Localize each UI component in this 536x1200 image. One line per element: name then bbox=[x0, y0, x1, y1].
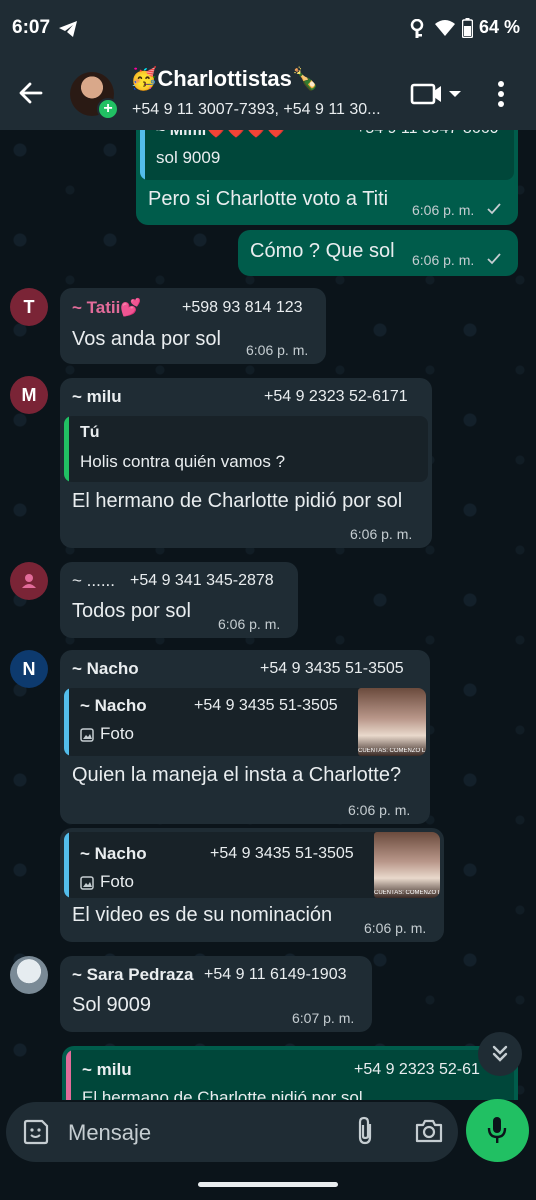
avatar[interactable] bbox=[10, 956, 48, 994]
chat-title[interactable]: 🥳Charlottistas🍾 bbox=[130, 66, 319, 92]
key-icon bbox=[410, 19, 424, 38]
quote-phone: +54 9 3435 51-3505 bbox=[210, 845, 354, 862]
quote-phone: +54 9 2323 52-61 bbox=[354, 1061, 480, 1078]
photo-icon bbox=[80, 876, 94, 890]
photo-icon bbox=[80, 728, 94, 742]
voice-record-button[interactable] bbox=[466, 1099, 529, 1162]
message-time: 6:07 p. m. bbox=[292, 1010, 355, 1026]
message-incoming[interactable]: ~ Nacho +54 9 3435 51-3505 Foto CUENTAS:… bbox=[60, 828, 444, 942]
quote-sender: Tú bbox=[80, 424, 100, 441]
sender-name[interactable]: ~ ...... bbox=[72, 571, 115, 591]
sender-phone: +54 9 3435 51-3505 bbox=[260, 660, 404, 677]
avatar[interactable]: T bbox=[10, 288, 48, 326]
attach-icon[interactable] bbox=[356, 1116, 376, 1146]
back-arrow-icon[interactable] bbox=[18, 80, 44, 106]
wifi-icon bbox=[435, 20, 455, 36]
quote-text: Foto bbox=[100, 724, 135, 743]
quote-phone: +54 9 3435 51-3505 bbox=[194, 697, 338, 714]
quoted-message[interactable]: ~ Nacho +54 9 3435 51-3505 Foto CUENTAS:… bbox=[64, 688, 426, 756]
avatar[interactable] bbox=[10, 562, 48, 600]
message-time: 6:06 p. m. bbox=[246, 342, 309, 358]
message-incoming[interactable]: ~ milu +54 9 2323 52-6171 Tú Holis contr… bbox=[60, 378, 432, 548]
photo-thumbnail[interactable]: CUENTAS: COMENZO LA GA bbox=[374, 832, 440, 898]
battery-icon bbox=[462, 18, 473, 38]
person-icon bbox=[22, 574, 36, 588]
message-time: 6:06 p. m. bbox=[412, 202, 475, 218]
quote-text: Holis contra quién vamos ? bbox=[80, 452, 286, 471]
add-member-icon[interactable]: + bbox=[97, 98, 119, 120]
message-text: Pero si Charlotte voto a Titi bbox=[148, 188, 389, 210]
home-gesture-handle[interactable] bbox=[198, 1182, 338, 1187]
dropdown-icon bbox=[449, 91, 461, 97]
avatar[interactable]: N bbox=[10, 650, 48, 688]
quote-sender: ~ Mimi❤️❤️❤️❤️ bbox=[156, 130, 286, 139]
camera-icon[interactable] bbox=[414, 1118, 444, 1144]
more-vert-icon[interactable] bbox=[496, 80, 506, 108]
quote-text: Foto bbox=[100, 872, 135, 891]
message-incoming[interactable]: ~ Tatii💕 +598 93 814 123 Vos anda por so… bbox=[60, 288, 326, 364]
battery-percent: 64 % bbox=[478, 17, 520, 37]
quote-text: sol 9009 bbox=[156, 148, 221, 167]
double-chevron-down-icon bbox=[492, 1045, 508, 1062]
message-time: 6:06 p. m. bbox=[350, 526, 413, 542]
sent-check-icon bbox=[487, 253, 501, 265]
quote-phone: +54 9 11 5947-8660 bbox=[356, 130, 499, 138]
message-outgoing[interactable]: ~ milu +54 9 2323 52-61 El hermano de Ch… bbox=[62, 1046, 518, 1100]
message-text: Vos anda por sol bbox=[72, 328, 221, 350]
video-call-icon[interactable] bbox=[410, 82, 466, 106]
message-text: El hermano de Charlotte pidió por sol bbox=[72, 490, 403, 512]
chat-header: + 🥳Charlottistas🍾 +54 9 11 3007-7393, +5… bbox=[0, 58, 536, 130]
message-text: El video es de su nominación bbox=[72, 904, 333, 926]
sender-name[interactable]: ~ Sara Pedraza bbox=[72, 965, 193, 985]
quoted-message[interactable]: ~ Mimi❤️❤️❤️❤️ +54 9 11 5947-8660 sol 90… bbox=[140, 130, 514, 180]
message-text: Sol 9009 bbox=[72, 994, 151, 1016]
message-incoming[interactable]: ~ Nacho +54 9 3435 51-3505 ~ Nacho +54 9… bbox=[60, 650, 430, 824]
thumbnail-caption: CUENTAS: COMENZO LA GA bbox=[374, 890, 440, 896]
status-time: 6:07 bbox=[12, 17, 51, 38]
mic-icon bbox=[487, 1117, 507, 1143]
sender-name[interactable]: ~ Nacho bbox=[72, 659, 139, 679]
sent-check-icon bbox=[487, 203, 501, 215]
message-outgoing[interactable]: ~ Mimi❤️❤️❤️❤️ +54 9 11 5947-8660 sol 90… bbox=[136, 130, 518, 225]
message-time: 6:06 p. m. bbox=[348, 802, 411, 818]
sticker-icon[interactable] bbox=[22, 1118, 50, 1146]
quoted-message[interactable]: ~ milu +54 9 2323 52-61 El hermano de Ch… bbox=[66, 1050, 514, 1100]
status-bar: 6:07 64 % bbox=[0, 0, 536, 58]
sender-name[interactable]: ~ Tatii💕 bbox=[72, 298, 142, 318]
telegram-icon bbox=[59, 21, 77, 37]
message-outgoing[interactable]: Cómo ? Que sol 6:06 p. m. bbox=[238, 230, 518, 276]
sender-phone: +54 9 341 345-2878 bbox=[130, 572, 274, 589]
message-text: Quien la maneja el insta a Charlotte? bbox=[72, 764, 402, 786]
message-incoming[interactable]: ~ Sara Pedraza +54 9 11 6149-1903 Sol 90… bbox=[60, 956, 372, 1032]
message-incoming[interactable]: ~ ...... +54 9 341 345-2878 Todos por so… bbox=[60, 562, 298, 638]
sender-phone: +598 93 814 123 bbox=[182, 299, 303, 316]
chat-members[interactable]: +54 9 11 3007-7393, +54 9 11 30... bbox=[132, 101, 384, 119]
quote-sender: ~ milu bbox=[82, 1060, 132, 1079]
avatar[interactable]: M bbox=[10, 376, 48, 414]
quote-sender: ~ Nacho bbox=[80, 844, 147, 863]
quote-sender: ~ Nacho bbox=[80, 696, 147, 715]
message-placeholder[interactable]: Mensaje bbox=[68, 1120, 151, 1146]
sender-phone: +54 9 2323 52-6171 bbox=[264, 388, 408, 405]
sender-phone: +54 9 11 6149-1903 bbox=[204, 966, 347, 983]
scroll-to-bottom-button[interactable] bbox=[478, 1032, 522, 1076]
photo-thumbnail[interactable]: CUENTAS: COMENZO LA GA bbox=[358, 688, 426, 756]
quote-text: El hermano de Charlotte pidió por sol bbox=[82, 1088, 363, 1100]
message-text: Todos por sol bbox=[72, 600, 191, 622]
quoted-message[interactable]: ~ Nacho +54 9 3435 51-3505 Foto CUENTAS:… bbox=[64, 832, 440, 898]
message-text: Cómo ? Que sol bbox=[250, 240, 395, 262]
sender-name[interactable]: ~ milu bbox=[72, 387, 122, 407]
thumbnail-caption: CUENTAS: COMENZO LA GA bbox=[358, 748, 426, 754]
chat-messages[interactable]: ~ Mimi❤️❤️❤️❤️ +54 9 11 5947-8660 sol 90… bbox=[0, 130, 536, 1100]
quoted-message[interactable]: Tú Holis contra quién vamos ? bbox=[64, 416, 428, 482]
message-time: 6:06 p. m. bbox=[364, 920, 427, 936]
message-time: 6:06 p. m. bbox=[218, 616, 281, 632]
message-time: 6:06 p. m. bbox=[412, 252, 475, 268]
